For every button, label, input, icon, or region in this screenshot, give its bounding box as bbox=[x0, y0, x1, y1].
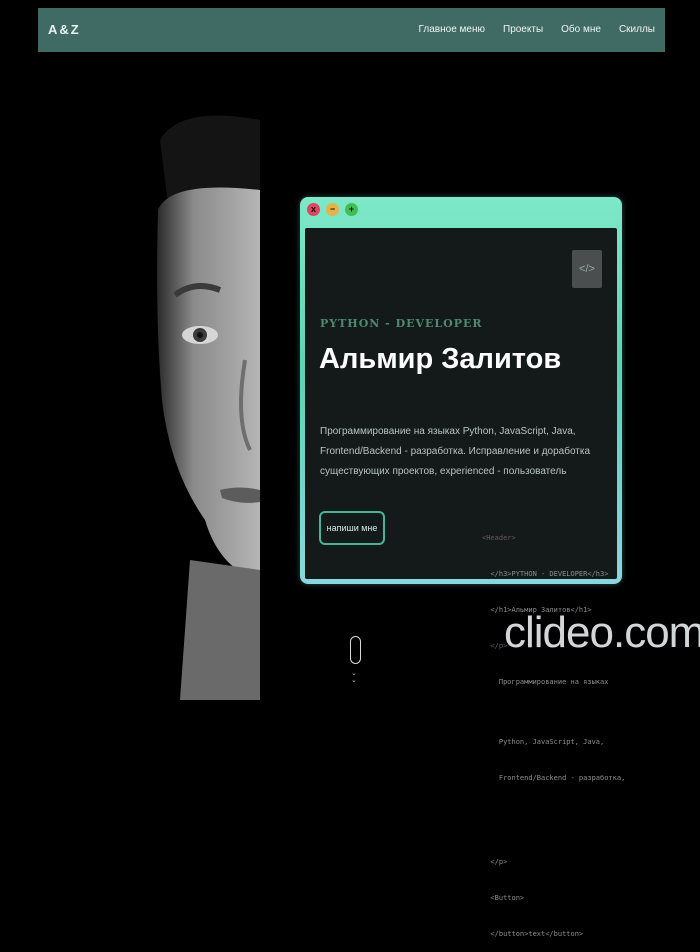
hero-description: Программирование на языках Python, JavaS… bbox=[320, 426, 591, 477]
code-line: </h3>PYTHON - DEVELOPER</h3> bbox=[482, 570, 609, 578]
code-icon: </> bbox=[572, 250, 602, 288]
code-line: <Header> bbox=[482, 534, 516, 542]
code-snippet: <Header> </h3>PYTHON - DEVELOPER</h3> </… bbox=[482, 508, 625, 952]
nav-item-projects[interactable]: Проекты bbox=[503, 24, 543, 35]
profile-photo bbox=[150, 100, 260, 700]
nav-item-skills[interactable]: Скиллы bbox=[619, 24, 655, 35]
hero-name: Альмир Залитов bbox=[319, 343, 562, 375]
close-icon[interactable]: x bbox=[307, 203, 320, 216]
code-line: Программирование на языках bbox=[482, 678, 609, 686]
minimize-icon[interactable]: − bbox=[326, 203, 339, 216]
hero-subtitle: PYTHON - DEVELOPER bbox=[320, 317, 483, 330]
code-line: <Button> bbox=[482, 894, 525, 902]
maximize-icon[interactable]: + bbox=[345, 203, 358, 216]
watermark: clideo.com bbox=[504, 608, 700, 657]
nav-item-about[interactable]: Обо мне bbox=[561, 24, 601, 35]
contact-button[interactable]: напиши мне bbox=[319, 511, 385, 545]
code-line: </button>text</button> bbox=[482, 930, 584, 938]
mouse-scroll-icon[interactable] bbox=[350, 636, 361, 664]
chevron-down-icon: ⌄ ⌄ bbox=[351, 670, 357, 684]
nav-item-main-menu[interactable]: Главное меню bbox=[419, 24, 485, 35]
logo[interactable]: A&Z bbox=[48, 22, 81, 37]
code-line: </p> bbox=[482, 858, 508, 866]
code-line: Frontend/Backend - разработка, bbox=[482, 774, 626, 782]
site-header: A&Z Главное меню Проекты Обо мне Скиллы bbox=[38, 8, 665, 52]
main-nav: Главное меню Проекты Обо мне Скиллы bbox=[419, 24, 655, 35]
code-line: Python, JavaScript, Java, bbox=[482, 738, 605, 746]
